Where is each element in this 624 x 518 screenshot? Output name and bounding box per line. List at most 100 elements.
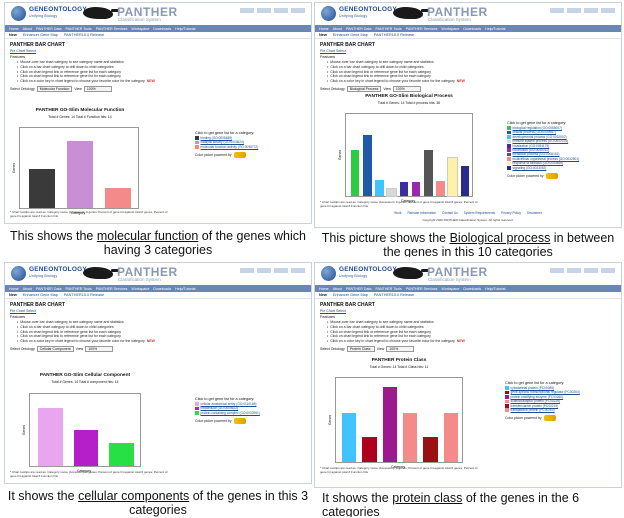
nav-item-2[interactable]: PANTHER Data xyxy=(346,27,372,31)
legend-item[interactable]: protein-containing complex (GO:0032991) xyxy=(195,411,305,415)
chart-bar[interactable] xyxy=(386,187,397,198)
nav-item-7[interactable]: Help/Tutorial xyxy=(175,287,195,291)
footer-link-3[interactable]: System Requirements xyxy=(464,211,495,215)
chart-bar[interactable] xyxy=(66,140,94,208)
color-swatch[interactable] xyxy=(195,136,199,140)
color-swatch[interactable] xyxy=(505,404,509,408)
news-link-1[interactable]: Enhancer Gene Map xyxy=(333,33,368,37)
nav-item-3[interactable]: PANTHER Tools xyxy=(66,27,92,31)
header-link[interactable] xyxy=(601,268,615,273)
panther-logo[interactable]: PANTHER Classification System xyxy=(83,5,183,23)
color-swatch[interactable] xyxy=(507,152,511,157)
color-swatch[interactable] xyxy=(507,135,511,139)
chart-bar[interactable] xyxy=(350,150,360,196)
nav-item-6[interactable]: Downloads xyxy=(153,27,171,31)
nav-item-6[interactable]: Downloads xyxy=(153,287,171,291)
color-swatch[interactable] xyxy=(505,386,509,390)
nav-item-4[interactable]: PANTHER Services xyxy=(406,27,438,31)
nav-item-4[interactable]: PANTHER Services xyxy=(96,27,128,31)
color-swatch[interactable] xyxy=(505,399,509,404)
header-link[interactable] xyxy=(291,268,305,273)
header-link[interactable] xyxy=(257,8,271,13)
nav-item-6[interactable]: Downloads xyxy=(463,287,481,291)
nav-item-5[interactable]: Workspace xyxy=(441,287,459,291)
news-link-2[interactable]: PANTHER15.0 Release xyxy=(64,293,104,297)
color-swatch[interactable] xyxy=(507,157,511,161)
color-swatch[interactable] xyxy=(505,390,509,395)
header-link[interactable] xyxy=(567,8,581,13)
footer-link-0[interactable]: Work xyxy=(394,211,401,215)
geneontology-logo[interactable]: GENEONTOLOGY Unifying Biology xyxy=(321,266,397,281)
nav-item-3[interactable]: PANTHER Tools xyxy=(66,287,92,291)
color-swatch[interactable] xyxy=(507,148,511,152)
nav-item-1[interactable]: About xyxy=(333,27,342,31)
color-swatch[interactable] xyxy=(507,161,511,166)
header-link[interactable] xyxy=(291,8,305,13)
nav-item-4[interactable]: PANTHER Services xyxy=(406,287,438,291)
nav-item-0[interactable]: Home xyxy=(9,27,19,31)
header-link[interactable] xyxy=(584,268,598,273)
color-swatch[interactable] xyxy=(195,406,199,411)
color-swatch[interactable] xyxy=(507,139,511,144)
nav-item-3[interactable]: PANTHER Tools xyxy=(376,287,402,291)
chart-bar[interactable] xyxy=(436,180,445,196)
chart-bar[interactable] xyxy=(108,442,134,466)
nav-item-1[interactable]: About xyxy=(333,287,342,291)
color-swatch[interactable] xyxy=(195,402,199,406)
news-link-2[interactable]: PANTHER15.0 Release xyxy=(64,33,104,37)
color-swatch[interactable] xyxy=(507,130,511,135)
chart-type-links[interactable]: Pie Chart Select xyxy=(10,49,311,53)
nav-item-0[interactable]: Home xyxy=(319,287,329,291)
chart-bar[interactable] xyxy=(342,412,357,462)
nav-item-2[interactable]: PANTHER Data xyxy=(36,27,62,31)
chart-type-links[interactable]: Pie Chart Select xyxy=(320,49,621,53)
chart-bar[interactable] xyxy=(424,150,433,196)
header-link[interactable] xyxy=(240,8,254,13)
zoom-select[interactable]: 100% xyxy=(83,85,112,92)
color-swatch[interactable] xyxy=(195,145,199,149)
chart-bar[interactable] xyxy=(443,412,458,462)
nav-item-0[interactable]: Home xyxy=(319,27,329,31)
chart-type-links[interactable]: Pie Chart Select xyxy=(320,309,621,313)
chart-bar[interactable] xyxy=(104,187,132,208)
chart-bar[interactable] xyxy=(447,157,458,197)
legend-item[interactable]: molecular function activity (GO:0098772) xyxy=(195,145,295,149)
geneontology-logo[interactable]: GENEONTOLOGY Unifying Biology xyxy=(321,6,397,21)
news-link-1[interactable]: Enhancer Gene Map xyxy=(23,293,58,297)
chart-bar[interactable] xyxy=(423,436,438,462)
legend-item[interactable]: signaling (GO:0023052) xyxy=(507,166,617,170)
legend-item[interactable]: translational protein (PC00263) xyxy=(505,408,615,412)
nav-item-2[interactable]: PANTHER Data xyxy=(346,287,372,291)
color-swatch[interactable] xyxy=(505,395,509,399)
geneontology-logo[interactable]: GENEONTOLOGY Unifying Biology xyxy=(11,266,87,281)
zoom-select[interactable]: 100% xyxy=(386,345,415,352)
chart-type-links[interactable]: Pie Chart Select xyxy=(10,309,311,313)
nav-item-5[interactable]: Workspace xyxy=(131,27,149,31)
nav-item-3[interactable]: PANTHER Tools xyxy=(376,27,402,31)
nav-item-7[interactable]: Help/Tutorial xyxy=(485,27,505,31)
nav-item-2[interactable]: PANTHER Data xyxy=(36,287,62,291)
header-link[interactable] xyxy=(584,8,598,13)
panther-logo[interactable]: PANTHER Classification System xyxy=(83,265,183,283)
nav-item-5[interactable]: Workspace xyxy=(131,287,149,291)
header-link[interactable] xyxy=(567,268,581,273)
ontology-select[interactable]: Biological Process xyxy=(346,85,382,92)
news-link-1[interactable]: Enhancer Gene Map xyxy=(333,293,368,297)
footer-link-4[interactable]: Privacy Policy xyxy=(501,211,521,215)
chart-bar[interactable] xyxy=(38,407,64,466)
nav-item-1[interactable]: About xyxy=(23,287,32,291)
chart-bar[interactable] xyxy=(28,169,56,208)
nav-item-5[interactable]: Workspace xyxy=(441,27,459,31)
panther-logo[interactable]: PANTHER Classification System xyxy=(393,5,493,23)
footer-link-2[interactable]: Contact Us xyxy=(442,211,458,215)
color-swatch[interactable] xyxy=(507,144,511,148)
zoom-select[interactable]: 100% xyxy=(392,85,421,92)
color-swatch[interactable] xyxy=(507,166,511,170)
panther-logo[interactable]: PANTHER Classification System xyxy=(393,265,493,283)
nav-item-4[interactable]: PANTHER Services xyxy=(96,287,128,291)
news-link-1[interactable]: Enhancer Gene Map xyxy=(23,33,58,37)
nav-item-6[interactable]: Downloads xyxy=(463,27,481,31)
chart-bar[interactable] xyxy=(382,387,397,462)
nav-item-1[interactable]: About xyxy=(23,27,32,31)
color-swatch[interactable] xyxy=(195,140,199,145)
